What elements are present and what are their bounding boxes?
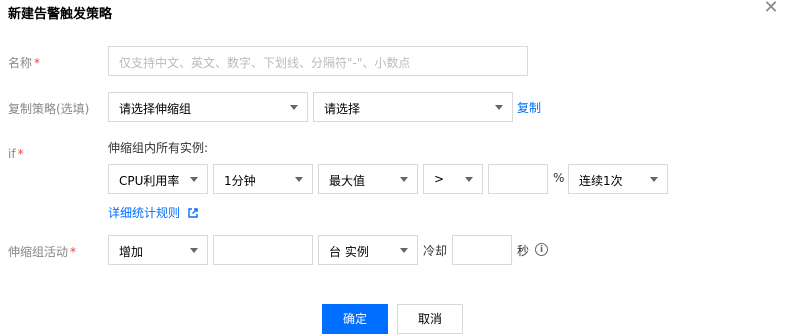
required-mark: * bbox=[34, 56, 41, 70]
scaling-group-select-value: 请选择伸缩组 bbox=[119, 102, 192, 116]
caret-down-icon bbox=[190, 177, 198, 182]
copy-policy-label: 复制策略(选填) bbox=[8, 102, 90, 116]
metric-select[interactable]: CPU利用率 bbox=[108, 164, 208, 194]
if-label: if * bbox=[8, 147, 24, 161]
close-icon[interactable]: ✕ bbox=[763, 0, 779, 17]
caret-down-icon bbox=[400, 177, 408, 182]
name-input-placeholder: 仅支持中文、英文、数字、下划线、分隔符"-"、小数点 bbox=[119, 56, 411, 70]
cancel-button[interactable]: 取消 bbox=[397, 304, 463, 334]
threshold-input[interactable] bbox=[488, 164, 548, 194]
percent-unit: % bbox=[553, 171, 565, 185]
statistic-select-value: 最大值 bbox=[329, 174, 366, 188]
policy-select[interactable]: 请选择 bbox=[313, 92, 513, 122]
detail-rules-link-text: 详细统计规则 bbox=[108, 206, 181, 220]
external-link-icon bbox=[188, 208, 198, 218]
required-mark: * bbox=[17, 147, 24, 161]
activity-label: 伸缩组活动 * bbox=[8, 243, 76, 260]
activity-action-value: 增加 bbox=[119, 245, 144, 259]
statistic-select[interactable]: 最大值 bbox=[318, 164, 418, 194]
metric-select-value: CPU利用率 bbox=[119, 174, 180, 188]
name-label-text: 名称 bbox=[8, 56, 33, 70]
activity-label-text: 伸缩组活动 bbox=[8, 245, 69, 259]
seconds-label: 秒 bbox=[517, 244, 530, 258]
name-label: 名称 * bbox=[8, 54, 40, 71]
period-select-value: 1分钟 bbox=[224, 174, 256, 188]
caret-down-icon bbox=[400, 248, 408, 253]
instance-unit-value: 台 实例 bbox=[329, 245, 369, 259]
instance-unit-select[interactable]: 台 实例 bbox=[318, 235, 418, 265]
policy-select-value: 请选择 bbox=[324, 102, 361, 116]
copy-link[interactable]: 复制 bbox=[517, 99, 541, 116]
detail-rules-link[interactable]: 详细统计规则 bbox=[108, 204, 198, 221]
instance-count-input[interactable] bbox=[213, 235, 313, 265]
dialog-title: 新建告警触发策略 bbox=[8, 7, 113, 22]
cooldown-label: 冷却 bbox=[423, 244, 448, 258]
activity-action-select[interactable]: 增加 bbox=[108, 235, 208, 265]
confirm-button[interactable]: 确定 bbox=[322, 304, 388, 334]
cooldown-input[interactable] bbox=[452, 235, 512, 265]
name-input[interactable]: 仅支持中文、英文、数字、下划线、分隔符"-"、小数点 bbox=[108, 46, 528, 76]
caret-down-icon bbox=[465, 177, 473, 182]
caret-down-icon bbox=[495, 105, 503, 110]
scaling-group-select[interactable]: 请选择伸缩组 bbox=[108, 92, 308, 122]
caret-down-icon bbox=[650, 177, 658, 182]
if-description: 伸缩组内所有实例: bbox=[108, 141, 209, 155]
consecutive-select-value: 连续1次 bbox=[579, 174, 623, 188]
period-select[interactable]: 1分钟 bbox=[213, 164, 313, 194]
caret-down-icon bbox=[190, 248, 198, 253]
info-icon[interactable]: i bbox=[535, 243, 548, 256]
operator-select[interactable]: > bbox=[423, 164, 483, 194]
caret-down-icon bbox=[290, 105, 298, 110]
operator-select-value: > bbox=[434, 172, 445, 186]
caret-down-icon bbox=[295, 177, 303, 182]
consecutive-select[interactable]: 连续1次 bbox=[568, 164, 668, 194]
required-mark: * bbox=[70, 245, 77, 259]
if-label-text: if bbox=[8, 147, 16, 161]
